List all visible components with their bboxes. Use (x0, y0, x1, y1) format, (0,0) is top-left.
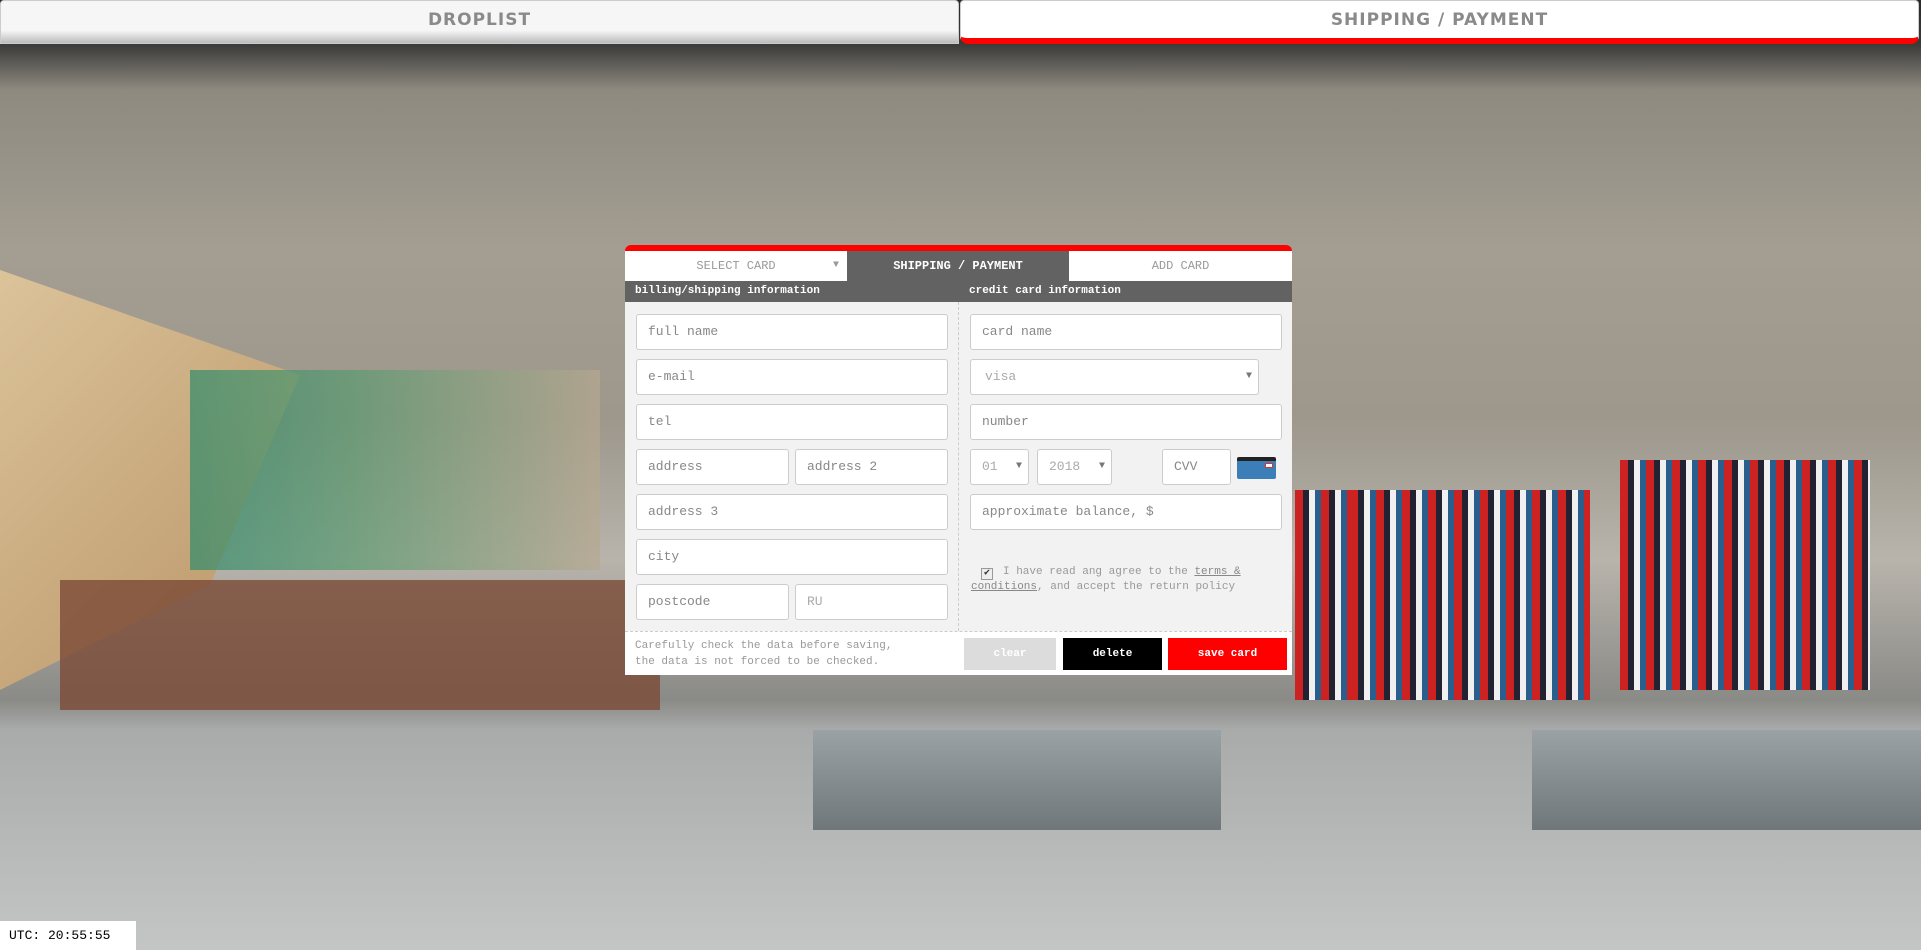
select-card-dropdown[interactable]: SELECT CARD ▼ (625, 251, 847, 281)
tab-shipping-payment[interactable]: SHIPPING / PAYMENT (960, 0, 1919, 44)
save-card-button[interactable]: save card (1168, 638, 1287, 670)
clear-button[interactable]: clear (964, 638, 1056, 670)
chevron-down-icon: ▼ (1015, 461, 1022, 472)
divider (958, 302, 959, 631)
tel-input[interactable]: tel (636, 404, 948, 440)
balance-input[interactable]: approximate balance, $ (970, 494, 1282, 530)
background-clothes-rack (1350, 490, 1590, 700)
note-line: the data is not forced to be checked. (635, 656, 880, 668)
background-brick (60, 580, 660, 710)
full-name-input[interactable]: full name (636, 314, 948, 350)
tab-droplist[interactable]: DROPLIST (0, 0, 959, 44)
email-input[interactable]: e-mail (636, 359, 948, 395)
year-select[interactable]: 2018 ▼ (1037, 449, 1112, 485)
card-modal: SELECT CARD ▼ SHIPPING / PAYMENT ADD CARD… (625, 245, 1292, 675)
postcode-input[interactable]: postcode (636, 584, 789, 620)
save-note: Carefully check the data before saving, t… (635, 638, 892, 670)
utc-clock: UTC: 20:55:55 (0, 921, 136, 950)
card-header: credit card information (969, 285, 1121, 297)
billing-header: billing/shipping information (635, 285, 820, 297)
chevron-down-icon: ▼ (1098, 461, 1105, 472)
modal-tab-shipping[interactable]: SHIPPING / PAYMENT (847, 251, 1069, 281)
card-back-icon (1237, 457, 1276, 479)
terms-agreement: ✔ I have read ang agree to the terms & co… (971, 565, 1281, 595)
terms-checkbox[interactable]: ✔ (981, 568, 993, 580)
city-input[interactable]: city (636, 539, 948, 575)
address2-input[interactable]: address 2 (795, 449, 948, 485)
year-value: 2018 (1049, 459, 1081, 474)
select-card-label: SELECT CARD (696, 259, 776, 273)
background-wall (190, 370, 600, 570)
section-header: billing/shipping information credit card… (625, 281, 1292, 302)
modal-tab-add-card[interactable]: ADD CARD (1069, 251, 1292, 281)
chevron-down-icon: ▼ (832, 260, 839, 271)
country-input[interactable]: RU (795, 584, 948, 620)
modal-footer: Carefully check the data before saving, t… (625, 631, 1292, 675)
background-bench (813, 730, 1221, 830)
note-line: Carefully check the data before saving, (635, 640, 893, 652)
card-type-value: visa (985, 369, 1017, 384)
month-select[interactable]: 01 ▼ (970, 449, 1029, 485)
background-bench (1532, 730, 1921, 830)
address3-input[interactable]: address 3 (636, 494, 948, 530)
background-shelf (1620, 460, 1870, 690)
terms-text: I have read ang agree to the (1003, 566, 1195, 578)
terms-text-after: , and accept the return policy (1037, 581, 1236, 593)
cvv-input[interactable]: CVV (1162, 449, 1231, 485)
delete-button[interactable]: delete (1063, 638, 1162, 670)
card-number-input[interactable]: number (970, 404, 1282, 440)
month-value: 01 (982, 459, 998, 474)
chevron-down-icon: ▼ (1245, 371, 1252, 382)
address-input[interactable]: address (636, 449, 789, 485)
card-type-select[interactable]: visa ▼ (970, 359, 1259, 395)
card-name-input[interactable]: card name (970, 314, 1282, 350)
